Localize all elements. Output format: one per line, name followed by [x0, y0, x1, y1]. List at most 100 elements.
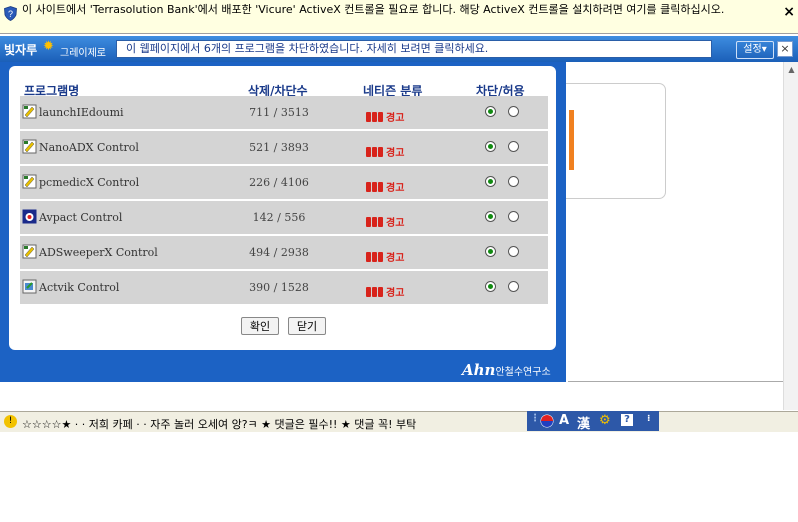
category-label: 경고: [386, 183, 405, 194]
program-row: pcmedicX Control 226 / 4106 경고: [20, 166, 548, 199]
ahnlab-logo: Ahn안철수연구소: [462, 360, 551, 379]
warning-segment: [378, 181, 383, 192]
program-row: NanoADX Control 521 / 3893 경고: [20, 131, 548, 164]
warning-indicator: 경고: [366, 211, 404, 230]
toolbar-logo: 빛자루: [4, 43, 38, 57]
ahn-logo-mark: Ahn: [462, 361, 496, 379]
blocked-programs-popup: 프로그램명 삭제/차단수 네티즌 분류 차단/허용 launchIEdoumi …: [0, 62, 566, 382]
expand-icon[interactable]: ⁝: [647, 414, 650, 424]
korean-flag-icon[interactable]: [540, 414, 554, 428]
block-radio[interactable]: [485, 141, 496, 152]
settings-button[interactable]: 설정▾: [736, 41, 774, 59]
warning-segment: [378, 251, 383, 262]
program-row: Actvik Control 390 / 1528 경고: [20, 271, 548, 304]
allow-radio[interactable]: [508, 246, 519, 257]
program-row: Avpact Control 142 / 556 경고: [20, 201, 548, 234]
category-label: 경고: [386, 288, 405, 299]
shield-icon: ?: [4, 6, 17, 21]
warning-segment: [372, 216, 377, 227]
program-name: Actvik Control: [39, 281, 120, 294]
bitjaru-toolbar: 빛자루 ✹ 그레이제로 이 웹페이지에서 6개의 프로그램을 차단하였습니다. …: [0, 36, 798, 62]
warning-indicator: 경고: [366, 141, 404, 160]
warning-icon: !: [4, 415, 17, 428]
warning-segment: [372, 146, 377, 157]
allow-radio[interactable]: [508, 106, 519, 117]
program-count: 494 / 2938: [249, 246, 309, 259]
page-divider: [568, 381, 783, 382]
program-name: launchIEdoumi: [39, 106, 124, 119]
program-name: pcmedicX Control: [39, 176, 140, 189]
status-bar: ! ☆☆☆☆★ · · 저희 카페 · · 자주 놀러 오세여 앙?ㅋ ★ 댓글…: [0, 411, 798, 432]
page-accent-bar: [569, 110, 574, 170]
infobar-message[interactable]: 이 사이트에서 'Terrasolution Bank'에서 배포한 'Vicu…: [22, 4, 774, 16]
program-row: ADSweeperX Control 494 / 2938 경고: [20, 236, 548, 269]
chevron-down-icon: ▾: [761, 44, 767, 55]
warning-segment: [372, 111, 377, 122]
hanja-icon[interactable]: 漢: [577, 413, 590, 432]
ahn-brand-name: 안철수연구소: [495, 367, 551, 378]
ime-mode-indicator[interactable]: A: [559, 413, 569, 428]
program-row: launchIEdoumi 711 / 3513 경고: [20, 96, 548, 129]
block-radio[interactable]: [485, 281, 496, 292]
category-label: 경고: [386, 148, 405, 159]
warning-indicator: 경고: [366, 176, 404, 195]
warning-segment: [366, 181, 371, 192]
warning-indicator: 경고: [366, 281, 404, 300]
warning-segment: [378, 111, 383, 122]
warning-segment: [366, 286, 371, 297]
program-name: NanoADX Control: [39, 141, 139, 154]
activex-script-icon: [22, 174, 37, 189]
block-notice[interactable]: 이 웹페이지에서 6개의 프로그램을 차단하였습니다. 자세히 보려면 클릭하세…: [116, 40, 712, 58]
program-count: 390 / 1528: [249, 281, 309, 294]
category-label: 경고: [386, 253, 405, 264]
toolbar-close-button[interactable]: ×: [777, 41, 793, 57]
allow-radio[interactable]: [508, 141, 519, 152]
grip-icon[interactable]: ⋮: [530, 413, 540, 424]
warning-segment: [366, 146, 371, 157]
help-icon[interactable]: ?: [621, 414, 633, 426]
svg-text:?: ?: [8, 9, 13, 19]
confirm-button[interactable]: 확인: [241, 317, 279, 335]
block-radio[interactable]: [485, 246, 496, 257]
program-name: ADSweeperX Control: [39, 246, 158, 259]
category-label: 경고: [386, 218, 405, 229]
warning-segment: [366, 251, 371, 262]
close-button[interactable]: 닫기: [288, 317, 326, 335]
warning-segment: [366, 111, 371, 122]
warning-segment: [378, 146, 383, 157]
warning-segment: [372, 251, 377, 262]
warning-segment: [378, 216, 383, 227]
sun-icon: ✹: [43, 39, 54, 54]
program-count: 711 / 3513: [249, 106, 309, 119]
activex-infobar[interactable]: ? 이 사이트에서 'Terrasolution Bank'에서 배포한 'Vi…: [0, 0, 798, 34]
block-radio[interactable]: [485, 211, 496, 222]
infobar-close-icon[interactable]: ×: [783, 4, 795, 20]
allow-radio[interactable]: [508, 211, 519, 222]
warning-segment: [366, 216, 371, 227]
ime-language-bar[interactable]: ⋮ A 漢 ⚙ ? ⁝: [527, 411, 659, 432]
popup-panel: 프로그램명 삭제/차단수 네티즌 분류 차단/허용 launchIEdoumi …: [9, 66, 556, 350]
vertical-scrollbar[interactable]: ▲: [783, 62, 798, 410]
block-radio[interactable]: [485, 106, 496, 117]
allow-radio[interactable]: [508, 281, 519, 292]
block-radio[interactable]: [485, 176, 496, 187]
installer-icon: [22, 279, 37, 294]
category-label: 경고: [386, 113, 405, 124]
program-count: 142 / 556: [252, 211, 306, 224]
app-window-icon: [22, 209, 37, 224]
status-text: ☆☆☆☆★ · · 저희 카페 · · 자주 놀러 오세여 앙?ㅋ ★ 댓글은 …: [22, 418, 417, 431]
warning-indicator: 경고: [366, 246, 404, 265]
warning-segment: [372, 181, 377, 192]
program-count: 226 / 4106: [249, 176, 309, 189]
activex-script-icon: [22, 104, 37, 119]
toolbar-logo-sub: 그레이제로: [60, 48, 106, 59]
scroll-up-icon[interactable]: ▲: [784, 65, 798, 74]
allow-radio[interactable]: [508, 176, 519, 187]
activex-script-icon: [22, 139, 37, 154]
settings-label: 설정: [743, 44, 762, 55]
warning-segment: [378, 286, 383, 297]
warning-segment: [372, 286, 377, 297]
warning-indicator: 경고: [366, 106, 404, 125]
program-name: Avpact Control: [39, 211, 123, 224]
settings-icon[interactable]: ⚙: [599, 413, 611, 428]
